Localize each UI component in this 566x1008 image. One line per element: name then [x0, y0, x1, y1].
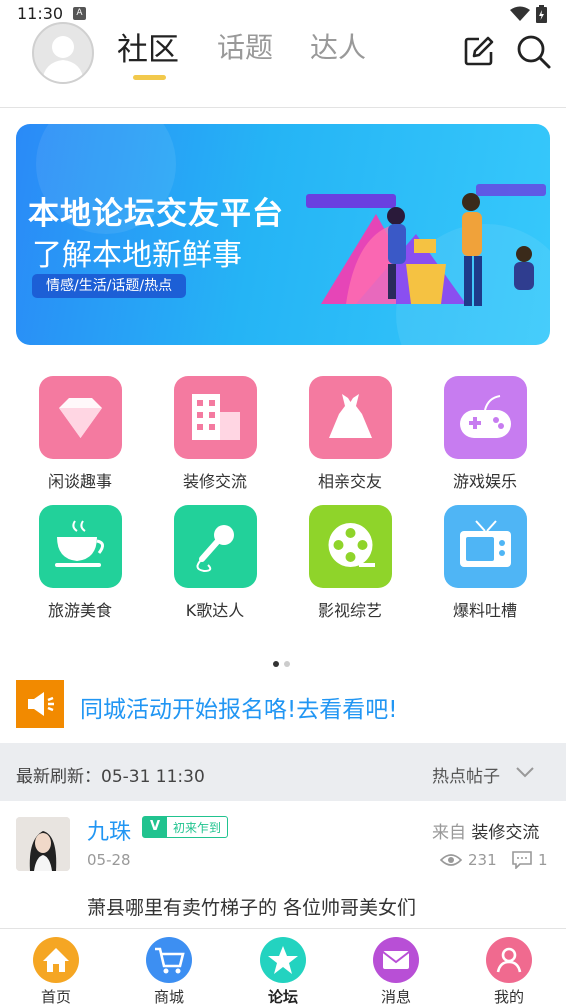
mail-icon	[373, 937, 419, 983]
nav-home[interactable]: 首页	[16, 937, 96, 1007]
post-date: 05-28	[87, 851, 131, 869]
active-tab-indicator	[133, 75, 166, 80]
post-author-name[interactable]: 九珠	[87, 814, 131, 846]
nav-messages[interactable]: 消息	[356, 937, 436, 1007]
film-reel-icon	[309, 505, 392, 588]
post-author-avatar[interactable]	[16, 817, 70, 871]
category-film-tv[interactable]: 影视综艺	[290, 505, 410, 625]
tab-experts[interactable]: 达人	[310, 26, 366, 66]
category-label: 相亲交友	[317, 472, 382, 491]
bottom-navigation: 首页 商城 论坛 消息 我的	[0, 928, 566, 1008]
post-views: 231	[440, 851, 497, 869]
nav-forum[interactable]: 论坛	[243, 937, 323, 1007]
cart-icon	[146, 937, 192, 983]
user-avatar[interactable]	[32, 22, 94, 84]
cup-icon	[39, 505, 122, 588]
speaker-icon	[16, 680, 64, 728]
chevron-down-icon[interactable]	[515, 765, 535, 779]
default-user-icon	[42, 36, 84, 82]
page-indicator	[273, 652, 295, 671]
level-icon: V	[143, 817, 167, 837]
tab-community[interactable]: 社区	[117, 24, 179, 69]
diamond-icon	[39, 376, 122, 459]
eye-icon	[440, 854, 462, 866]
nav-label: 消息	[380, 988, 411, 1006]
nav-label: 商城	[153, 988, 184, 1006]
category-karaoke[interactable]: K歌达人	[155, 505, 275, 625]
page-dot-active	[273, 661, 279, 667]
category-label: 影视综艺	[317, 601, 382, 620]
nav-label: 论坛	[267, 988, 298, 1006]
building-icon	[174, 376, 257, 459]
page-dot	[284, 661, 290, 667]
level-title: 初来乍到	[173, 820, 222, 835]
category-dating[interactable]: 相亲交友	[290, 376, 410, 496]
category-label: 装修交流	[182, 472, 247, 491]
category-games[interactable]: 游戏娱乐	[425, 376, 545, 496]
category-travel-food[interactable]: 旅游美食	[20, 505, 140, 625]
nav-label: 首页	[40, 988, 71, 1006]
nav-mall[interactable]: 商城	[129, 937, 209, 1007]
compose-icon[interactable]	[462, 34, 496, 68]
nav-profile[interactable]: 我的	[469, 937, 549, 1007]
user-icon	[486, 937, 532, 983]
category-label: 旅游美食	[47, 601, 112, 620]
banner-tags: 情感/生活/话题/热点	[32, 274, 187, 298]
comment-count: 1	[538, 851, 548, 869]
category-label: K歌达人	[185, 601, 245, 620]
sort-dropdown[interactable]: 热点帖子	[432, 762, 500, 787]
category-casual-talk[interactable]: 闲谈趣事	[20, 376, 140, 496]
tab-topics[interactable]: 话题	[217, 26, 273, 66]
category-gossip[interactable]: 爆料吐槽	[425, 505, 545, 625]
from-label: 来自	[432, 823, 466, 843]
comment-icon	[512, 851, 532, 869]
top-header: 社区 话题 达人	[0, 18, 566, 108]
post-comments: 1	[512, 851, 548, 869]
nav-label: 我的	[493, 988, 524, 1006]
search-icon[interactable]	[516, 34, 552, 70]
banner-subtitle: 了解本地新鲜事	[32, 238, 242, 273]
category-decoration[interactable]: 装修交流	[155, 376, 275, 496]
banner-title: 本地论坛交友平台	[28, 196, 284, 232]
post-board-link[interactable]: 装修交流	[471, 823, 539, 843]
last-refresh-label: 最新刷新：05-31 11:30	[16, 767, 205, 787]
category-label: 游戏娱乐	[452, 472, 517, 491]
microphone-icon	[174, 505, 257, 588]
user-level-badge: V 初来乍到	[142, 816, 229, 838]
promo-banner[interactable]: 本地论坛交友平台 了解本地新鲜事 情感/生活/话题/热点	[16, 124, 550, 345]
refresh-bar: 最新刷新：05-31 11:30 热点帖子	[0, 743, 566, 801]
view-count: 231	[468, 851, 497, 869]
category-label: 爆料吐槽	[452, 601, 517, 620]
gamepad-icon	[444, 376, 527, 459]
activity-notice-link[interactable]: 同城活动开始报名咯!去看看吧!	[80, 690, 397, 724]
post-content[interactable]: 萧县哪里有卖竹梯子的 各位帅哥美女们	[87, 893, 416, 920]
post-source: 来自 装修交流	[432, 818, 539, 843]
category-label: 闲谈趣事	[47, 472, 112, 491]
tv-icon	[444, 505, 527, 588]
star-icon	[260, 937, 306, 983]
dress-icon	[309, 376, 392, 459]
home-icon	[33, 937, 79, 983]
